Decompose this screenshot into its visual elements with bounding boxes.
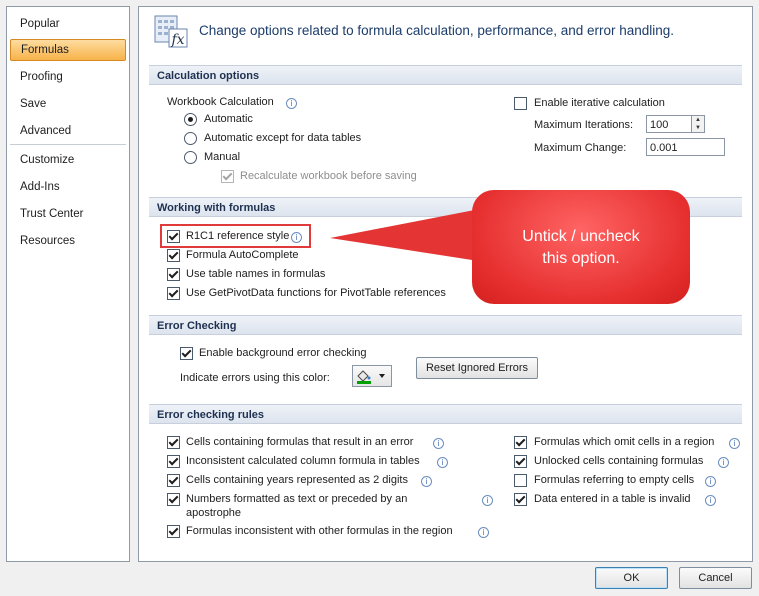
sidebar-item-proofing[interactable]: Proofing (10, 66, 126, 88)
rule-two-digit-years-checkbox[interactable] (167, 474, 180, 487)
formula-autocomplete-label[interactable]: Formula AutoComplete (186, 249, 299, 261)
rule-two-digit-years-label[interactable]: Cells containing years represented as 2 … (186, 474, 408, 486)
callout-pointer (330, 208, 485, 262)
rule-numbers-as-text-label[interactable]: Numbers formatted as text or preceded by… (186, 493, 407, 505)
background-error-checking-label[interactable]: Enable background error checking (199, 347, 367, 359)
rule-inconsistent-region-checkbox[interactable] (167, 525, 180, 538)
sidebar-item-popular[interactable]: Popular (10, 13, 126, 35)
iterative-calculation-checkbox[interactable] (514, 97, 527, 110)
rule-unlocked-cells-label[interactable]: Unlocked cells containing formulas (534, 455, 703, 467)
sidebar-item-customize[interactable]: Customize (10, 149, 126, 171)
rule-error-formulas-checkbox[interactable] (167, 436, 180, 449)
rule-omit-cells-label[interactable]: Formulas which omit cells in a region (534, 436, 714, 448)
sidebar-item-add-ins[interactable]: Add-Ins (10, 176, 126, 198)
max-iterations-label: Maximum Iterations: (534, 119, 634, 131)
max-change-label: Maximum Change: (534, 142, 627, 154)
background-error-checking-checkbox[interactable] (180, 347, 193, 360)
workbook-calculation-label: Workbook Calculation (167, 96, 274, 108)
sidebar-item-resources[interactable]: Resources (10, 230, 126, 252)
rule-empty-cells-label[interactable]: Formulas referring to empty cells (534, 474, 694, 486)
info-icon[interactable]: i (421, 476, 432, 487)
radio-automatic-except-tables-label[interactable]: Automatic except for data tables (204, 132, 361, 144)
paint-bucket-icon (357, 370, 385, 384)
annotation-line-2: this option. (542, 250, 620, 267)
sidebar-item-formulas[interactable]: Formulas (10, 39, 126, 61)
table-names-checkbox[interactable] (167, 268, 180, 281)
indicate-errors-label: Indicate errors using this color: (180, 372, 330, 384)
iterative-calculation-label[interactable]: Enable iterative calculation (534, 97, 665, 109)
radio-automatic[interactable] (184, 113, 197, 126)
info-icon[interactable]: i (482, 495, 493, 506)
annotation-text: Untick / uncheck this option. (472, 226, 690, 270)
options-sidebar: Popular Formulas Proofing Save Advanced … (6, 6, 130, 562)
radio-manual-label[interactable]: Manual (204, 151, 240, 163)
rule-numbers-as-text-checkbox[interactable] (167, 493, 180, 506)
max-iterations-input[interactable]: 100 (646, 115, 692, 133)
max-iterations-spinner[interactable]: ▲ ▼ (691, 115, 705, 133)
radio-automatic-label[interactable]: Automatic (204, 113, 253, 125)
cancel-button[interactable]: Cancel (679, 567, 752, 589)
annotation-line-1: Untick / uncheck (522, 228, 640, 245)
getpivotdata-label[interactable]: Use GetPivotData functions for PivotTabl… (186, 287, 446, 299)
formula-autocomplete-checkbox[interactable] (167, 249, 180, 262)
sidebar-item-advanced[interactable]: Advanced (10, 120, 126, 142)
sidebar-divider (10, 144, 126, 145)
radio-automatic-except-tables[interactable] (184, 132, 197, 145)
max-change-input[interactable]: 0.001 (646, 138, 725, 156)
rule-inconsistent-column-label[interactable]: Inconsistent calculated column formula i… (186, 455, 420, 467)
sidebar-item-trust-center[interactable]: Trust Center (10, 203, 126, 225)
info-icon[interactable]: i (705, 495, 716, 506)
getpivotdata-checkbox[interactable] (167, 287, 180, 300)
rule-invalid-table-data-checkbox[interactable] (514, 493, 527, 506)
header-description: Change options related to formula calcul… (199, 23, 675, 38)
rule-inconsistent-region-label[interactable]: Formulas inconsistent with other formula… (186, 525, 453, 537)
rule-omit-cells-checkbox[interactable] (514, 436, 527, 449)
reset-ignored-errors-button[interactable]: Reset Ignored Errors (416, 357, 538, 379)
section-error-checking-rules: Error checking rules (149, 404, 742, 424)
radio-manual[interactable] (184, 151, 197, 164)
fx-formula-icon: fx (154, 15, 188, 48)
ok-button[interactable]: OK (595, 567, 668, 589)
svg-text:fx: fx (171, 32, 185, 48)
r1c1-highlight-box (160, 224, 311, 248)
info-icon[interactable]: i (437, 457, 448, 468)
info-icon[interactable]: i (718, 457, 729, 468)
info-icon[interactable]: i (286, 98, 297, 109)
error-color-picker[interactable] (352, 365, 392, 387)
rule-inconsistent-column-checkbox[interactable] (167, 455, 180, 468)
info-icon[interactable]: i (433, 438, 444, 449)
recalculate-before-saving-checkbox[interactable] (221, 170, 234, 183)
info-icon[interactable]: i (729, 438, 740, 449)
info-icon[interactable]: i (705, 476, 716, 487)
section-error-checking: Error Checking (149, 315, 742, 335)
section-calculation-options: Calculation options (149, 65, 742, 85)
rule-error-formulas-label[interactable]: Cells containing formulas that result in… (186, 436, 413, 448)
info-icon[interactable]: i (478, 527, 489, 538)
sidebar-item-save[interactable]: Save (10, 93, 126, 115)
rule-numbers-as-text-label-line2: apostrophe (186, 507, 242, 519)
rule-empty-cells-checkbox[interactable] (514, 474, 527, 487)
rule-invalid-table-data-label[interactable]: Data entered in a table is invalid (534, 493, 691, 505)
recalculate-before-saving-label: Recalculate workbook before saving (240, 170, 417, 182)
rule-unlocked-cells-checkbox[interactable] (514, 455, 527, 468)
